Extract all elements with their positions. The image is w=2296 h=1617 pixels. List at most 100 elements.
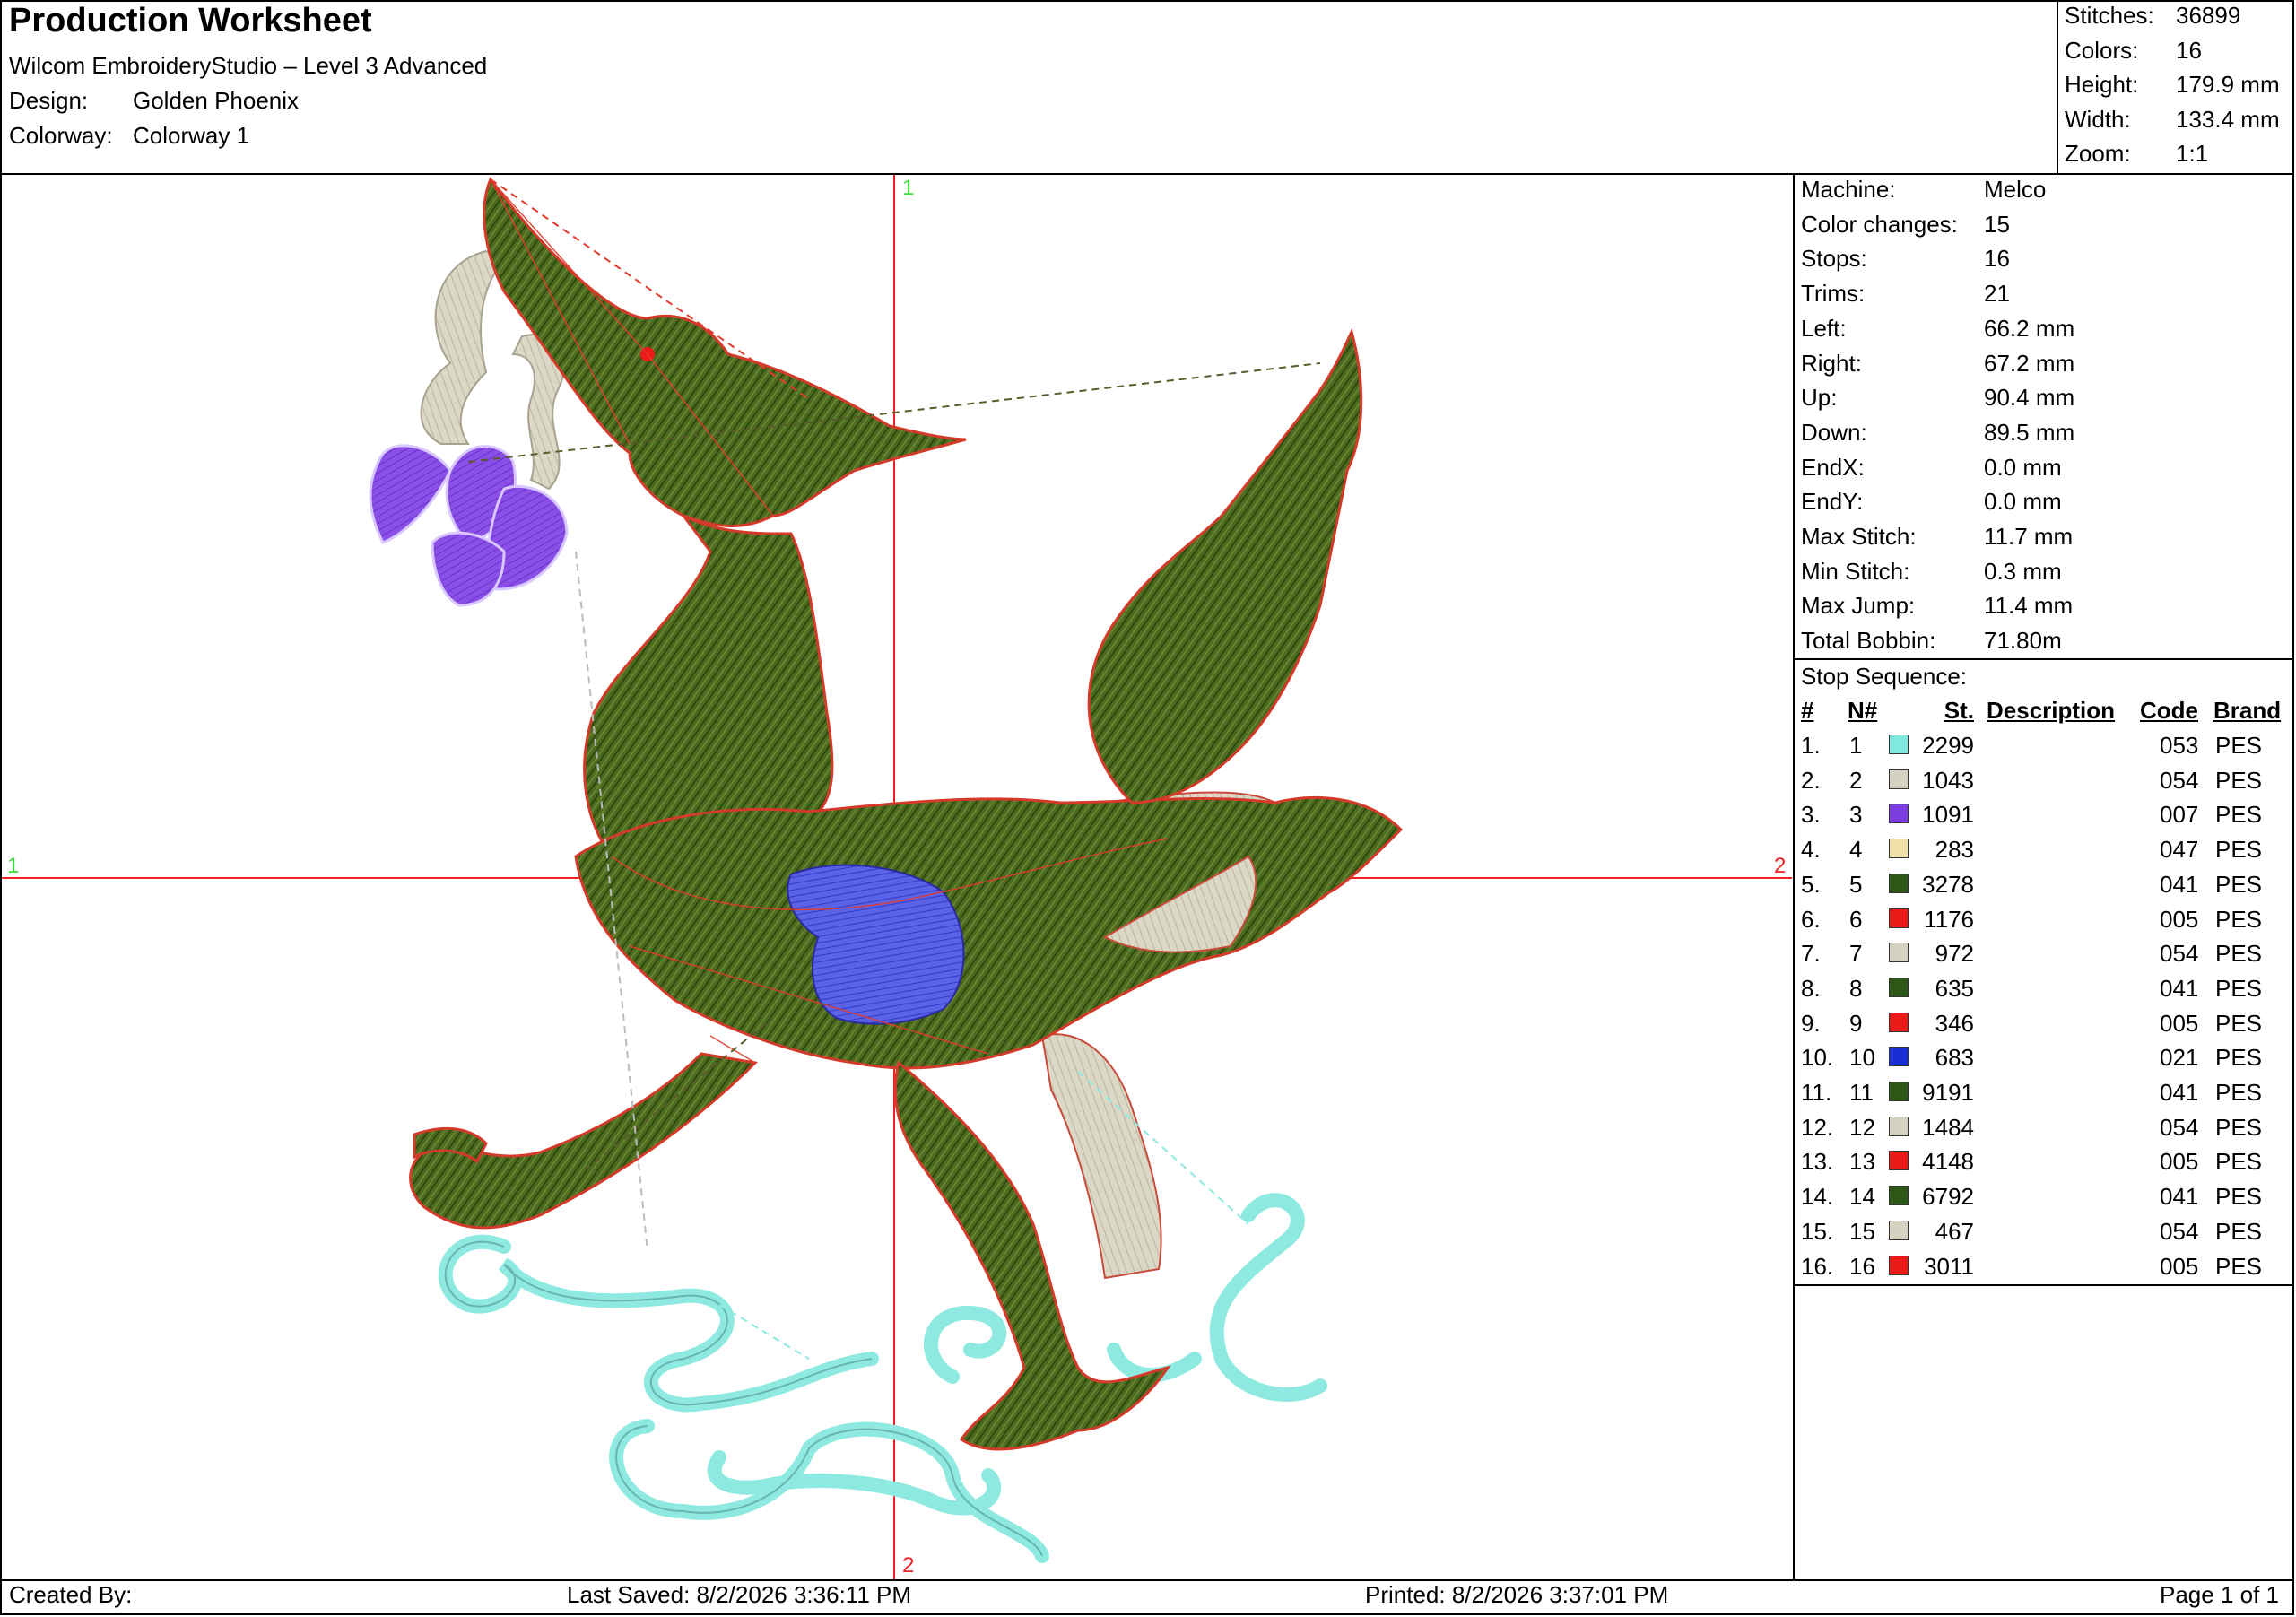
summary-label: Stitches: <box>2065 2 2154 29</box>
machine-info-label: Max Stitch: <box>1801 523 1917 550</box>
col-description: Description <box>1987 697 2116 724</box>
axis-marker-bottom: 2 <box>902 1553 914 1578</box>
machine-info-label: Min Stitch: <box>1801 557 1910 585</box>
summary-label: Zoom: <box>2065 140 2131 167</box>
stop-row-brand: PES <box>2215 836 2263 864</box>
stop-row-n: 15 <box>1849 1217 1875 1245</box>
machine-info-label: Right: <box>1801 349 1862 377</box>
machine-info-label: Up: <box>1801 384 1838 412</box>
stop-row-brand: PES <box>2215 732 2263 759</box>
stop-row-brand: PES <box>2215 940 2263 968</box>
stop-row-brand: PES <box>2215 905 2263 933</box>
machine-info-label: Total Bobbin: <box>1801 627 1936 655</box>
stop-row-n: 10 <box>1849 1044 1875 1072</box>
summary-value: 1:1 <box>2176 140 2209 167</box>
stop-row-code: 005 <box>2160 1148 2199 1176</box>
stop-row-n: 3 <box>1849 801 1863 829</box>
machine-info-value: 66.2 mm <box>1984 314 2075 342</box>
design-canvas: 1 2 1 2 <box>2 175 1792 1579</box>
color-swatch <box>1889 1220 1909 1240</box>
stop-row-stitches: 346 <box>1935 1009 1974 1037</box>
color-swatch <box>1889 873 1909 893</box>
color-swatch <box>1889 769 1909 789</box>
summary-divider <box>2057 0 2058 174</box>
color-swatch <box>1889 1255 1909 1275</box>
stop-row-n: 12 <box>1849 1113 1875 1141</box>
stop-row-num: 9. <box>1801 1009 1821 1037</box>
col-num: # <box>1801 697 1814 724</box>
stop-row-code: 047 <box>2160 836 2199 864</box>
stop-row-stitches: 3278 <box>1922 870 1974 898</box>
stop-row-stitches: 1176 <box>1924 905 1974 933</box>
color-swatch <box>1889 1116 1909 1136</box>
phoenix-body <box>409 176 1404 1451</box>
machine-info-value: 16 <box>1984 245 2010 273</box>
stop-row-num: 12. <box>1801 1113 1834 1141</box>
last-saved: Last Saved: 8/2/2026 3:36:11 PM <box>567 1581 912 1608</box>
stop-row-code: 054 <box>2160 940 2199 968</box>
info-divider <box>1793 658 2294 660</box>
stop-row-num: 3. <box>1801 801 1821 829</box>
stop-row-stitches: 635 <box>1935 974 1974 1002</box>
stop-row-code: 054 <box>2160 766 2199 794</box>
machine-info-value: 89.5 mm <box>1984 418 2075 446</box>
stop-row-stitches: 683 <box>1935 1044 1974 1072</box>
stop-row-num: 5. <box>1801 870 1821 898</box>
stop-row-n: 11 <box>1849 1079 1874 1106</box>
design-label: Design: <box>9 87 89 114</box>
summary-label: Width: <box>2065 105 2131 133</box>
created-by: Created By: <box>9 1581 133 1608</box>
stop-row-stitches: 1484 <box>1922 1113 1974 1141</box>
color-swatch <box>1889 943 1909 963</box>
footer-divider <box>0 1579 2294 1581</box>
stop-row-num: 1. <box>1801 732 1821 759</box>
cloud-motifs <box>438 1193 1327 1563</box>
machine-info-label: Max Jump: <box>1801 592 1916 620</box>
axis-marker-left: 1 <box>7 854 19 878</box>
table-bottom-divider <box>1793 1284 2294 1286</box>
colorway-label: Colorway: <box>9 122 113 149</box>
stop-row-n: 16 <box>1849 1252 1875 1280</box>
machine-info-value: 0.0 mm <box>1984 488 2062 516</box>
stop-row-num: 4. <box>1801 836 1821 864</box>
canvas-divider <box>1793 174 1795 1580</box>
machine-info-label: Machine: <box>1801 176 1896 203</box>
stop-row-n: 6 <box>1849 905 1863 933</box>
stop-row-num: 6. <box>1801 905 1821 933</box>
stop-row-stitches: 283 <box>1935 836 1974 864</box>
stop-row-brand: PES <box>2215 801 2263 829</box>
machine-info-label: Left: <box>1801 314 1847 342</box>
stop-row-brand: PES <box>2215 870 2263 898</box>
stop-row-num: 8. <box>1801 974 1821 1002</box>
machine-info-value: 0.3 mm <box>1984 557 2062 585</box>
color-swatch <box>1889 1047 1909 1067</box>
color-swatch <box>1889 977 1909 997</box>
color-swatch <box>1889 1012 1909 1032</box>
stop-row-code: 054 <box>2160 1217 2199 1245</box>
col-code: Code <box>2140 697 2198 724</box>
machine-info-label: Color changes: <box>1801 210 1958 238</box>
machine-info-label: EndY: <box>1801 488 1864 516</box>
stop-row-brand: PES <box>2215 974 2263 1002</box>
col-n: N# <box>1848 697 1878 724</box>
stop-row-n: 13 <box>1849 1148 1875 1176</box>
axis-marker-right: 2 <box>1774 854 1786 878</box>
stop-sequence-title: Stop Sequence: <box>1801 663 1968 690</box>
printed-date: Printed: 8/2/2026 3:37:01 PM <box>1365 1581 1669 1608</box>
stop-row-num: 2. <box>1801 766 1821 794</box>
summary-label: Colors: <box>2065 36 2139 64</box>
color-swatch <box>1889 1151 1909 1171</box>
stop-row-n: 9 <box>1849 1009 1863 1037</box>
col-st: St. <box>1944 697 1974 724</box>
machine-info-value: 0.0 mm <box>1984 453 2062 481</box>
stop-row-n: 4 <box>1849 836 1863 864</box>
stop-row-num: 15. <box>1801 1217 1834 1245</box>
machine-info-value: 67.2 mm <box>1984 349 2075 377</box>
machine-info-value: 90.4 mm <box>1984 384 2075 412</box>
stop-row-brand: PES <box>2215 766 2263 794</box>
stop-row-code: 053 <box>2160 732 2199 759</box>
machine-info-value: 15 <box>1984 210 2010 238</box>
machine-info-label: Down: <box>1801 418 1867 446</box>
machine-info-value: 11.7 mm <box>1984 523 2074 550</box>
stop-row-brand: PES <box>2215 1183 2263 1211</box>
